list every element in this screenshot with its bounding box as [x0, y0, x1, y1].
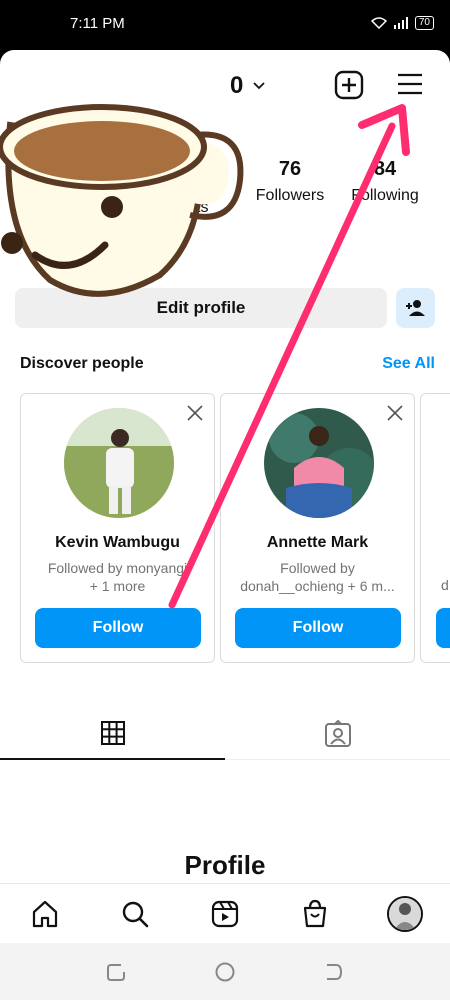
recent-apps-icon[interactable]: [105, 961, 127, 983]
close-icon[interactable]: [186, 404, 204, 422]
suggestion-card[interactable]: Annette Mark Followed by donah__ochieng …: [220, 393, 415, 663]
status-time: 7:11 PM: [70, 15, 125, 32]
following-label: Following: [351, 187, 419, 204]
suggestion-name[interactable]: Kevin Wambugu: [21, 534, 214, 552]
suggestion-mutuals: Followed by monyangi + 1 more: [47, 560, 188, 594]
discover-people-button[interactable]: [396, 288, 435, 328]
status-icons: 70: [370, 16, 434, 30]
profile-avatar-icon: [387, 896, 423, 932]
suggestion-cards[interactable]: Kevin Wambugu Followed by monyangi + 1 m…: [20, 393, 450, 663]
follow-button-partial[interactable]: [436, 608, 450, 648]
discover-title: Discover people: [20, 355, 144, 372]
shop-icon: [303, 899, 327, 928]
nav-profile[interactable]: [387, 896, 423, 932]
home-icon: [32, 900, 58, 928]
tagged-icon: [324, 720, 351, 747]
see-all-link[interactable]: See All: [382, 355, 435, 373]
system-navigation: [0, 943, 450, 1000]
followers-stat[interactable]: 76 Followers: [250, 158, 330, 205]
profile-screen: 0 ts 76 Followers 84 Following Edit prof…: [0, 50, 450, 1000]
close-icon[interactable]: [386, 404, 404, 422]
nav-home[interactable]: [27, 896, 63, 932]
nav-reels[interactable]: [207, 896, 243, 932]
hamburger-icon[interactable]: [396, 72, 424, 96]
followers-label: Followers: [255, 187, 325, 204]
avatar[interactable]: [64, 408, 174, 518]
status-bar: 7:11 PM 70: [0, 0, 450, 50]
follow-button[interactable]: Follow: [235, 608, 401, 648]
suggestion-mutuals: Followed by donah__ochieng + 6 m...: [240, 560, 395, 594]
following-stat[interactable]: 84 Following: [345, 158, 425, 205]
follow-button[interactable]: Follow: [35, 608, 201, 648]
reels-icon: [211, 900, 239, 928]
wifi-icon: [370, 17, 387, 29]
coffee-cup-sticker: [0, 104, 244, 297]
nav-search[interactable]: [117, 896, 153, 932]
battery-indicator: 70: [414, 16, 434, 30]
back-icon[interactable]: [322, 961, 344, 983]
signal-icon: [393, 17, 408, 29]
suggestion-card[interactable]: Kevin Wambugu Followed by monyangi + 1 m…: [20, 393, 215, 663]
suggestion-name[interactable]: Annette Mark: [221, 534, 414, 552]
search-icon: [122, 901, 149, 928]
avatar[interactable]: [264, 408, 374, 518]
suggestion-card-partial[interactable]: d: [420, 393, 450, 663]
home-system-icon[interactable]: [214, 961, 236, 983]
plus-square-icon[interactable]: [334, 70, 364, 100]
nav-shop[interactable]: [297, 896, 333, 932]
followers-count: 76: [278, 158, 302, 180]
chevron-down-icon[interactable]: [252, 78, 266, 92]
bottom-nav: [0, 883, 450, 943]
profile-heading: Profile: [184, 850, 266, 880]
tab-posts-grid[interactable]: [0, 708, 225, 760]
add-person-icon: [405, 300, 425, 316]
profile-tabs: [0, 708, 450, 760]
tab-tagged[interactable]: [225, 708, 450, 760]
discover-header: Discover people See All: [20, 355, 435, 373]
grid-icon: [100, 721, 125, 745]
following-count: 84: [373, 158, 397, 180]
